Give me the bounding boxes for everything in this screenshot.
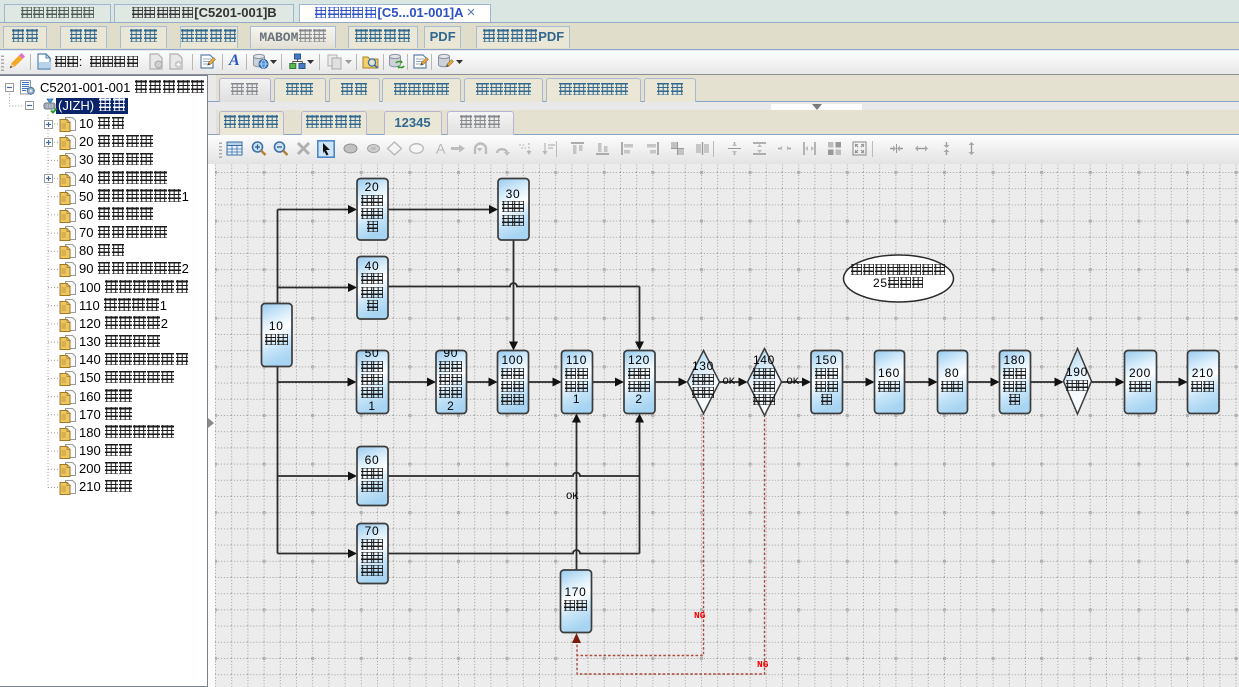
svg-text:A: A	[436, 140, 446, 156]
